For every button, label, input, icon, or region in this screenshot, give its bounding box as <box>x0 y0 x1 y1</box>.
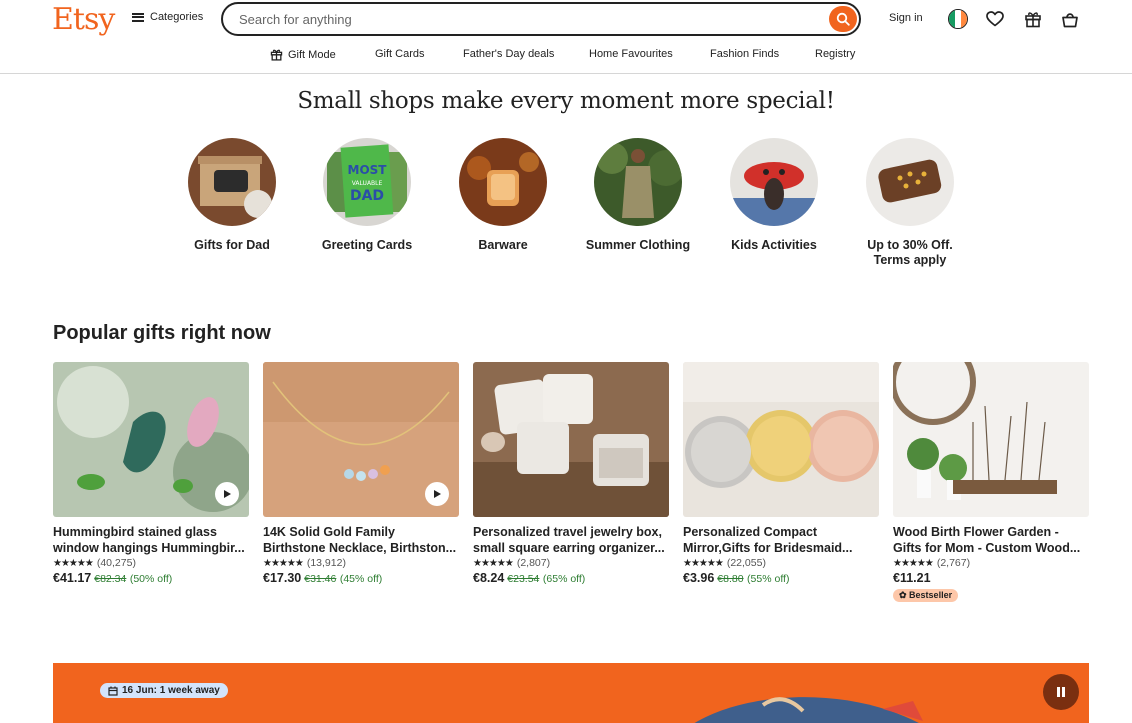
card-text-dad: DAD <box>350 188 384 204</box>
kids-activities-image <box>730 138 818 226</box>
menu-icon <box>132 12 144 22</box>
search-icon <box>836 12 850 26</box>
nav-fashion-finds[interactable]: Fashion Finds <box>710 48 779 60</box>
gifts-for-dad-image <box>188 138 276 226</box>
banner-illustration <box>694 697 923 723</box>
product-card[interactable]: Personalized travel jewelry box, small s… <box>473 362 669 585</box>
gift-icon[interactable] <box>1022 8 1044 30</box>
circle-category-gifts-for-dad[interactable]: Gifts for Dad <box>172 138 292 253</box>
circle-label: Greeting Cards <box>321 238 413 252</box>
calendar-icon <box>108 686 118 696</box>
product-card[interactable]: Hummingbird stained glass window hanging… <box>53 362 249 585</box>
circle-category-kids-activities[interactable]: Kids Activities <box>714 138 834 253</box>
sign-in-link[interactable]: Sign in <box>889 12 923 24</box>
circle-label: Gifts for Dad <box>194 238 270 252</box>
product-price: €8.24 €23.54 (65% off) <box>473 571 586 585</box>
summer-clothing-image <box>594 138 682 226</box>
product-rating: ★★★★★ (2,807) <box>473 557 551 569</box>
circle-category-summer-clothing[interactable]: Summer Clothing <box>578 138 698 253</box>
search-bar <box>221 2 861 36</box>
product-price: €17.30 €31.46 (45% off) <box>263 571 383 585</box>
product-image <box>893 362 1089 517</box>
product-title: Personalized Compact Mirror,Gifts for Br… <box>683 525 853 555</box>
bestseller-badge: ✿ Bestseller <box>893 589 959 602</box>
product-title: Wood Birth Flower Garden - Gifts for Mom… <box>893 525 1081 555</box>
card-text-valuable: VALUABLE <box>352 180 383 187</box>
categories-button[interactable]: Categories <box>132 11 203 23</box>
stars-icon: ★★★★★ <box>53 557 94 569</box>
nav-gift-cards[interactable]: Gift Cards <box>375 48 425 60</box>
product-card[interactable]: Wood Birth Flower Garden - Gifts for Mom… <box>893 362 1089 603</box>
stars-icon: ★★★★★ <box>473 557 514 569</box>
pause-button[interactable] <box>1043 674 1079 710</box>
product-rating: ★★★★★ (22,055) <box>683 557 766 569</box>
product-rating: ★★★★★ (13,912) <box>263 557 346 569</box>
product-title: Hummingbird stained glass window hanging… <box>53 525 245 555</box>
play-video-button[interactable] <box>215 482 239 506</box>
top-nav: Gift Mode Gift Cards Father's Day deals … <box>0 48 1132 64</box>
search-button[interactable] <box>829 6 857 32</box>
product-rating: ★★★★★ (2,767) <box>893 557 971 569</box>
date-pill-label: 16 Jun: 1 week away <box>122 685 220 696</box>
play-icon <box>224 490 231 498</box>
ireland-flag-icon[interactable] <box>948 9 968 29</box>
barware-image <box>459 138 547 226</box>
sale-image <box>866 138 954 226</box>
circle-label: Summer Clothing <box>585 238 691 252</box>
nav-home-favourites[interactable]: Home Favourites <box>589 48 673 60</box>
play-video-button[interactable] <box>425 482 449 506</box>
product-image <box>683 362 879 517</box>
site-header: Etsy Categories Sign in Gift Mode Gift C… <box>0 0 1132 74</box>
card-text-most: MOST <box>348 163 388 177</box>
circle-category-greeting-cards[interactable]: MOST VALUABLE DAD Greeting Cards <box>307 138 427 253</box>
product-price: €41.17 €82.34 (50% off) <box>53 571 173 585</box>
product-price: €11.21 <box>893 571 931 585</box>
product-card[interactable]: Personalized Compact Mirror,Gifts for Br… <box>683 362 879 585</box>
pause-icon <box>1057 687 1065 697</box>
circle-category-barware[interactable]: Barware <box>443 138 563 253</box>
play-icon <box>434 490 441 498</box>
hero-headline: Small shops make every moment more speci… <box>297 88 835 114</box>
product-title: 14K Solid Gold Family Birthstone Necklac… <box>263 525 457 555</box>
product-image <box>53 362 249 517</box>
favorites-heart-icon[interactable] <box>984 8 1006 30</box>
circle-category-sale[interactable]: Up to 30% Off. Terms apply <box>850 138 970 268</box>
product-price: €3.96 €8.80 (55% off) <box>683 571 790 585</box>
categories-label: Categories <box>150 11 204 23</box>
circle-label: Barware <box>478 238 528 252</box>
promo-banner[interactable]: 16 Jun: 1 week away <box>53 663 1089 723</box>
stars-icon: ★★★★★ <box>893 557 934 569</box>
product-rating: ★★★★★ (40,275) <box>53 557 136 569</box>
stars-icon: ★★★★★ <box>683 557 724 569</box>
product-title: Personalized travel jewelry box, small s… <box>473 525 665 555</box>
badge-icon: ✿ <box>899 590 910 600</box>
search-input[interactable] <box>237 11 801 28</box>
date-pill: 16 Jun: 1 week away <box>100 683 228 698</box>
nav-registry[interactable]: Registry <box>815 48 855 60</box>
circle-label: Kids Activities <box>731 238 817 252</box>
circle-label: Up to 30% Off. Terms apply <box>867 238 953 267</box>
etsy-logo[interactable]: Etsy <box>52 2 115 37</box>
greeting-cards-image: MOST VALUABLE DAD <box>323 138 411 226</box>
gift-mode-icon <box>270 49 283 61</box>
stars-icon: ★★★★★ <box>263 557 304 569</box>
product-image <box>263 362 459 517</box>
product-card[interactable]: 14K Solid Gold Family Birthstone Necklac… <box>263 362 459 585</box>
nav-gift-mode[interactable]: Gift Mode <box>270 48 336 61</box>
nav-fathers-day-deals[interactable]: Father's Day deals <box>463 48 554 60</box>
cart-basket-icon[interactable] <box>1059 8 1081 30</box>
nav-gift-mode-label: Gift Mode <box>288 48 336 61</box>
popular-gifts-heading: Popular gifts right now <box>53 322 271 344</box>
product-image <box>473 362 669 517</box>
